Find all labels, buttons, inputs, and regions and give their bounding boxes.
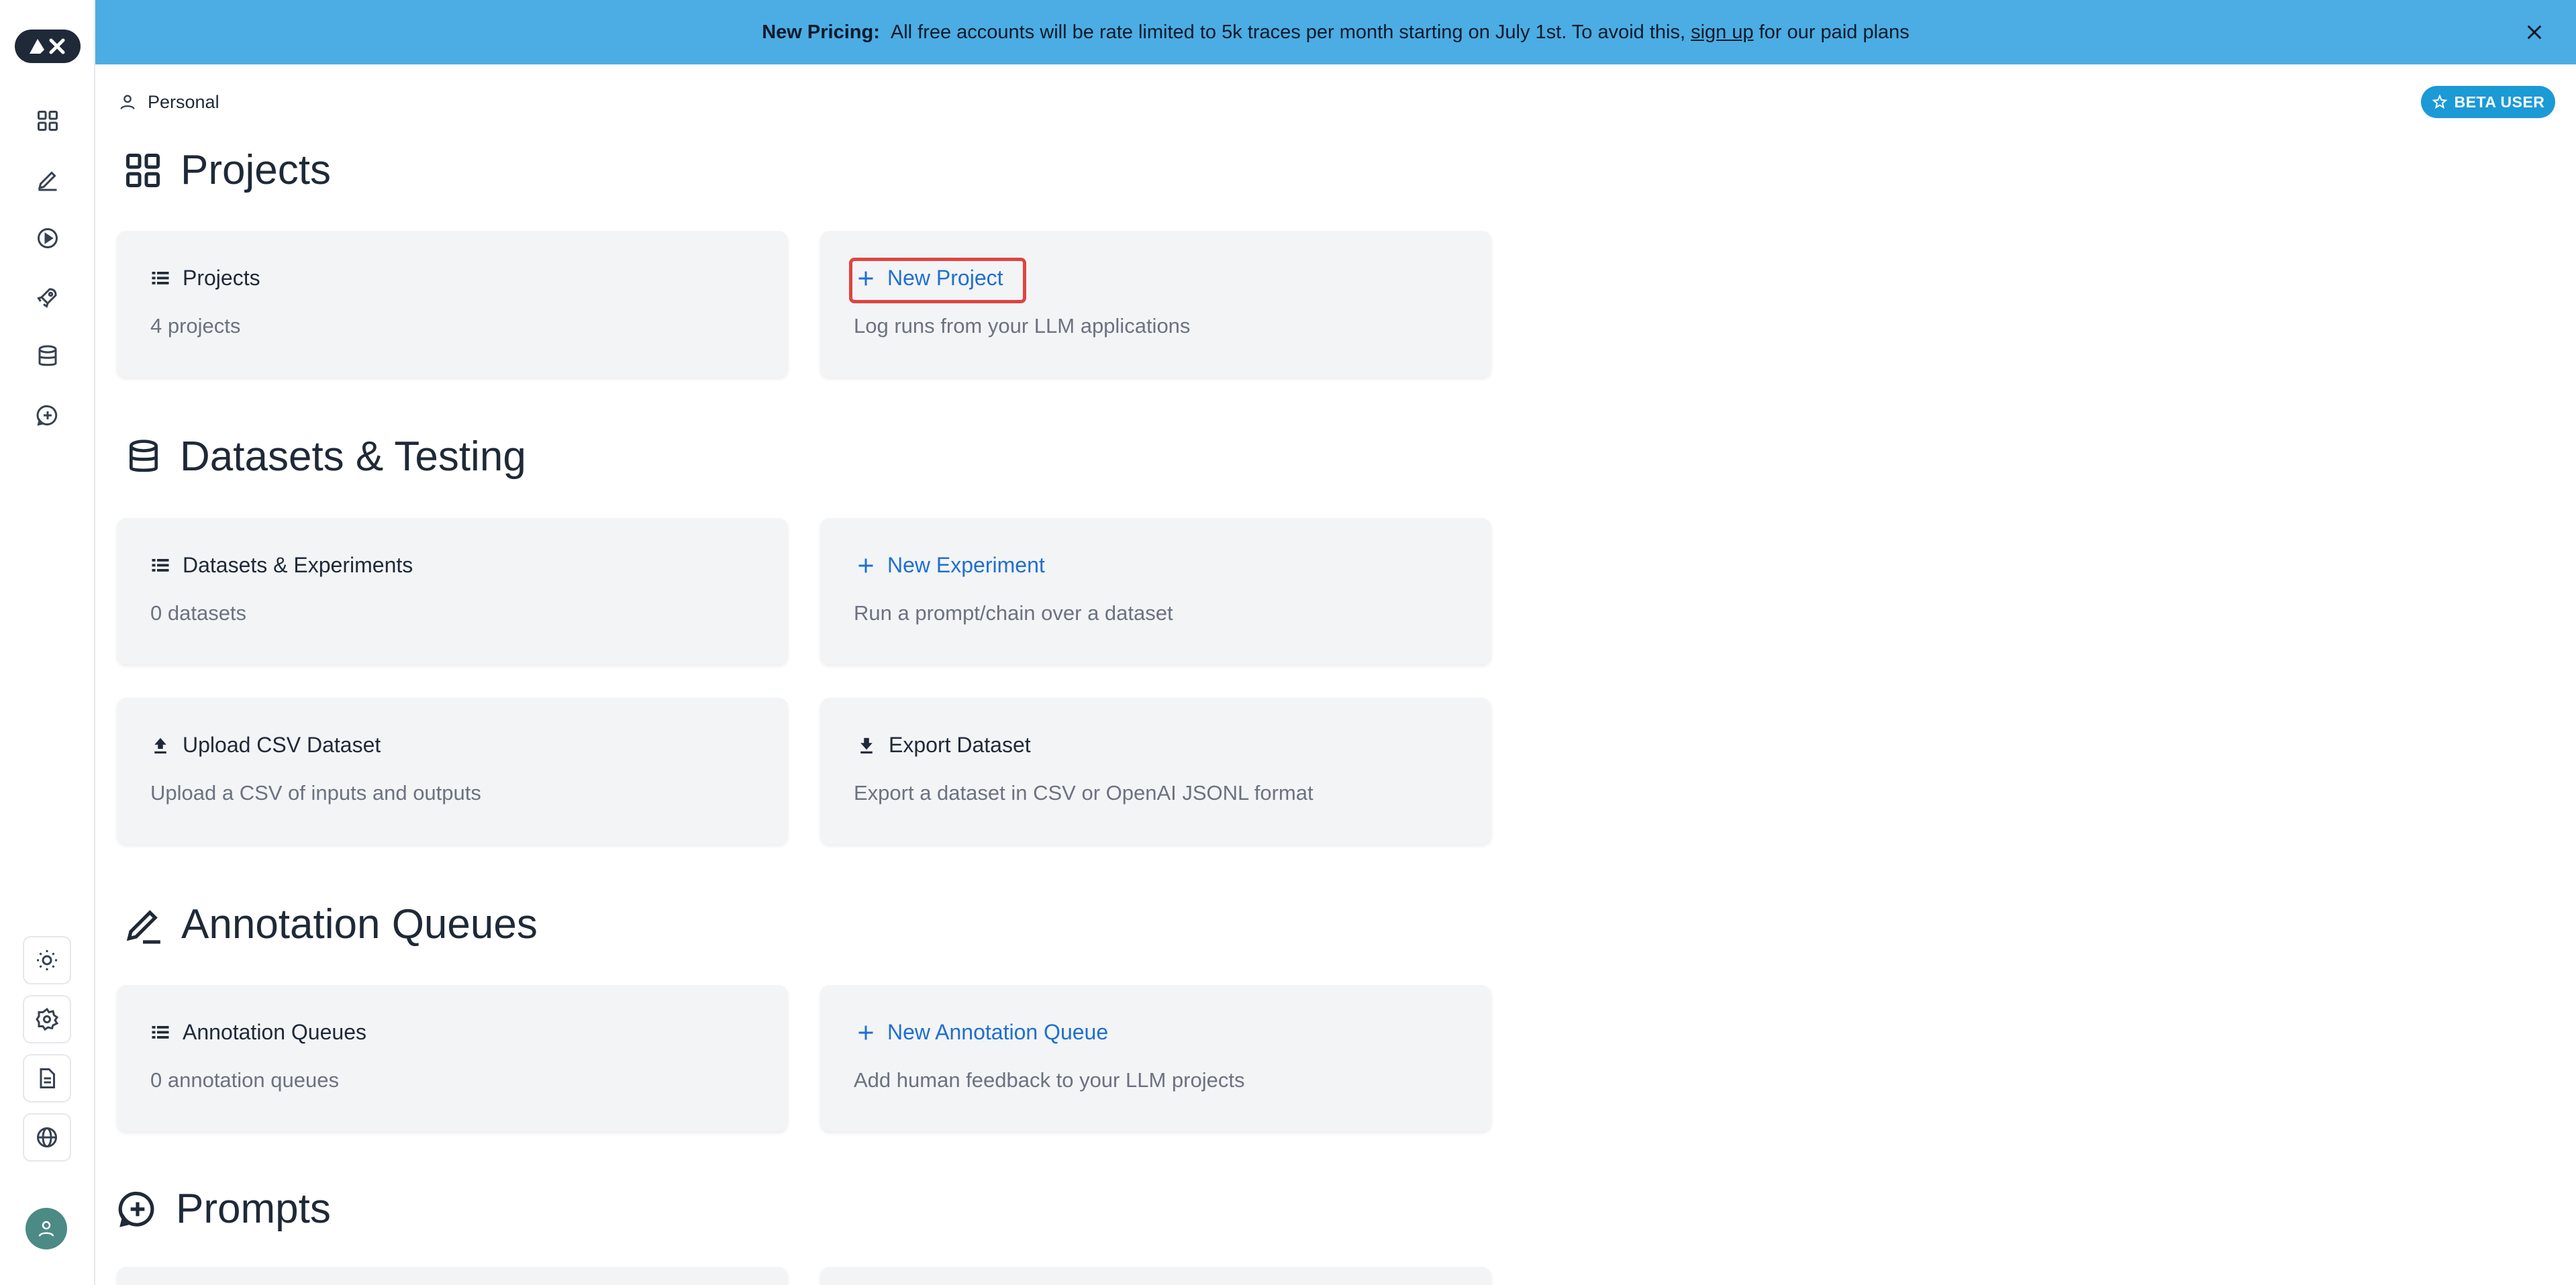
- globe-icon: [37, 1127, 57, 1147]
- card-title: Annotation Queues: [183, 1020, 366, 1044]
- card-subtitle: Log runs from your LLM applications: [854, 314, 1191, 338]
- settings-button[interactable]: [23, 995, 71, 1043]
- upload-csv-card[interactable]: Upload CSV Dataset Upload a CSV of input…: [117, 698, 788, 844]
- close-icon: [2527, 25, 2542, 40]
- card-title: Datasets & Experiments: [183, 553, 413, 577]
- avatar[interactable]: [26, 1208, 67, 1249]
- theme-toggle-button[interactable]: [23, 936, 71, 984]
- prompts-section-title: Prompts: [117, 1185, 331, 1233]
- plus-icon: [858, 1025, 873, 1039]
- user-icon: [38, 1221, 54, 1237]
- list-icon: [152, 1025, 169, 1039]
- new-annotation-queue-button[interactable]: New Annotation Queue: [856, 1020, 1108, 1045]
- export-dataset-card[interactable]: Export Dataset Export a dataset in CSV o…: [820, 698, 1491, 844]
- card-subtitle: 4 projects: [150, 314, 241, 338]
- database-icon: [130, 439, 158, 472]
- card-title: Projects: [183, 266, 260, 290]
- pencil-icon: [126, 909, 160, 943]
- annotation-queues-card[interactable]: Annotation Queues 0 annotation queues: [117, 985, 788, 1131]
- card-subtitle: Add human feedback to your LLM projects: [854, 1068, 1245, 1092]
- new-project-button[interactable]: New Project: [856, 266, 1003, 291]
- card-subtitle: Run a prompt/chain over a dataset: [854, 601, 1173, 625]
- workspace-name: Personal: [148, 91, 219, 112]
- chat-plus-icon[interactable]: [31, 399, 64, 432]
- plus-icon: [858, 558, 873, 572]
- database-icon[interactable]: [31, 340, 64, 373]
- pricing-banner: New Pricing: All free accounts will be r…: [95, 0, 2576, 64]
- projects-card[interactable]: Projects 4 projects: [117, 231, 788, 377]
- datasets-card[interactable]: Datasets & Experiments 0 datasets: [117, 518, 788, 664]
- list-icon: [152, 558, 169, 572]
- card-subtitle: 0 annotation queues: [150, 1068, 339, 1092]
- beta-user-badge: BETA USER: [2421, 86, 2555, 118]
- annotation-section-title: Annotation Queues: [122, 901, 538, 948]
- parrot-tools-icon: [30, 38, 65, 54]
- card-title: Upload CSV Dataset: [183, 733, 381, 757]
- banner-text-after: for our paid plans: [1758, 21, 1910, 43]
- app-logo[interactable]: [15, 30, 81, 63]
- rocket-icon[interactable]: [31, 280, 64, 314]
- card-subtitle: Export a dataset in CSV or OpenAI JSONL …: [854, 781, 1314, 805]
- gear-icon: [36, 1007, 59, 1031]
- prompts-card-partial[interactable]: [117, 1267, 788, 1285]
- banner-close-button[interactable]: [2521, 19, 2548, 46]
- card-title: Export Dataset: [889, 733, 1031, 757]
- plus-icon: [858, 271, 873, 285]
- banner-text: All free accounts will be rate limited t…: [890, 21, 1686, 43]
- pencil-icon[interactable]: [31, 163, 64, 197]
- card-subtitle: Upload a CSV of inputs and outputs: [150, 781, 481, 805]
- new-experiment-card[interactable]: New Experiment Run a prompt/chain over a…: [820, 518, 1491, 664]
- chat-plus-icon: [118, 1191, 154, 1227]
- language-button[interactable]: [23, 1113, 71, 1162]
- breadcrumb[interactable]: Personal: [118, 89, 219, 115]
- new-annotation-queue-card[interactable]: New Annotation Queue Add human feedback …: [820, 985, 1491, 1131]
- docs-button[interactable]: [23, 1054, 71, 1102]
- sidebar: [0, 0, 95, 1285]
- new-experiment-button[interactable]: New Experiment: [856, 553, 1045, 578]
- dashboard-grid-icon[interactable]: [31, 104, 64, 138]
- banner-bold-label: New Pricing:: [762, 21, 880, 43]
- datasets-section-title: Datasets & Testing: [125, 433, 526, 480]
- projects-section-title: Projects: [123, 146, 331, 194]
- new-project-card[interactable]: New Project Log runs from your LLM appli…: [820, 231, 1491, 377]
- upload-icon: [154, 737, 166, 754]
- star-icon: [2432, 94, 2448, 109]
- sun-icon: [37, 950, 57, 970]
- user-icon: [120, 95, 135, 109]
- list-icon: [152, 271, 169, 285]
- card-subtitle: 0 datasets: [150, 601, 247, 625]
- download-icon: [860, 737, 873, 754]
- play-circle-icon[interactable]: [31, 221, 64, 255]
- document-icon: [40, 1068, 55, 1088]
- grid-icon: [126, 153, 160, 187]
- new-prompt-card-partial[interactable]: [820, 1267, 1491, 1285]
- banner-signup-link[interactable]: sign up: [1691, 21, 1754, 44]
